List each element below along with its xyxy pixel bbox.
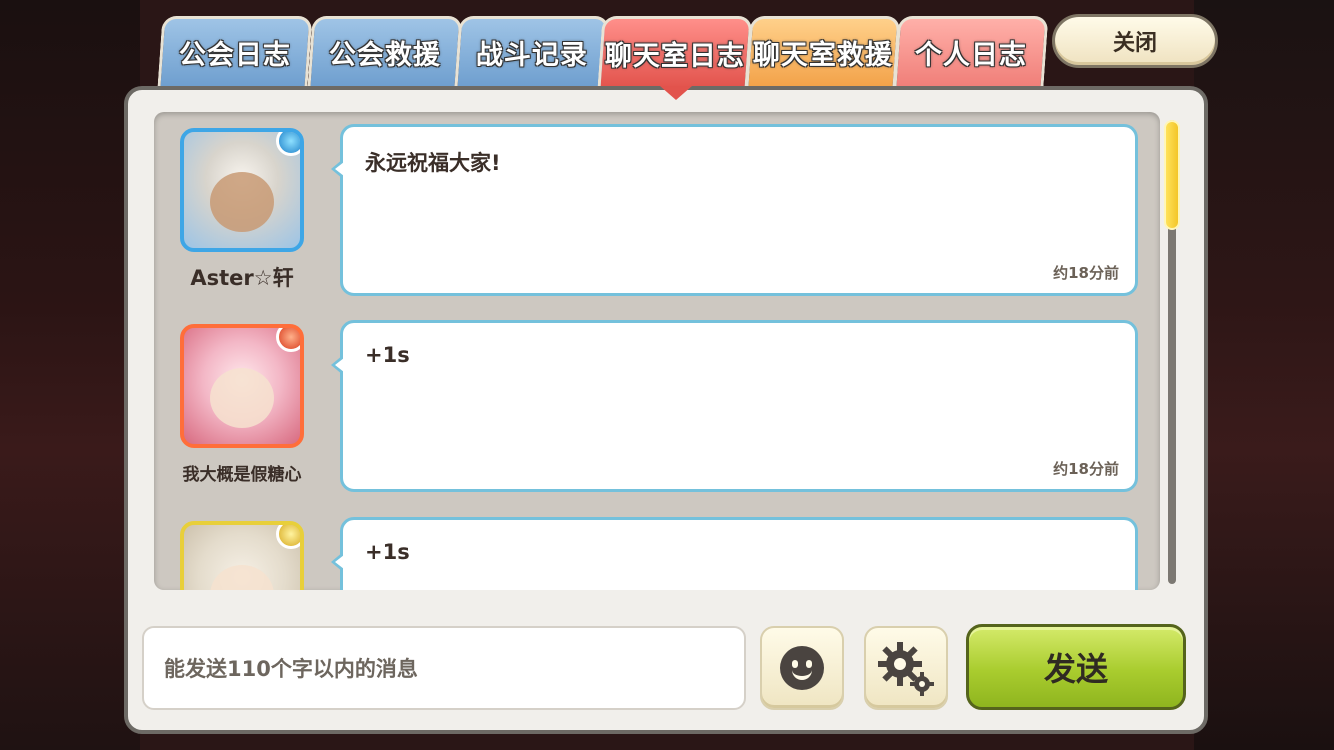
message-bubble: 永远祝福大家! 约18分前 <box>331 124 1138 296</box>
tab-bar: 公会日志 公会救援 战斗记录 聊天室日志 聊天室救援 个人日志 <box>157 16 1050 88</box>
tab-chatroom-log[interactable]: 聊天室日志 <box>597 16 753 88</box>
player-name: 我大概是假糖心 <box>182 465 302 485</box>
message-row: 我大概是假糖心 +1s 约18分前 <box>154 308 1160 492</box>
input-placeholder: 能发送110个字以内的消息 <box>164 657 418 681</box>
message-text: +1s <box>365 540 410 564</box>
avatar-portrait <box>210 368 274 428</box>
player-avatar[interactable] <box>180 128 304 252</box>
gear-icon <box>878 642 934 696</box>
fire-element-icon <box>276 328 300 352</box>
player-name: Aster☆轩 <box>190 266 294 290</box>
player-avatar[interactable] <box>180 324 304 448</box>
active-tab-pointer <box>660 86 692 100</box>
bubble-tail <box>331 355 344 375</box>
emoji-button[interactable] <box>760 626 844 710</box>
bubble-tail <box>331 552 344 572</box>
avatar-portrait <box>210 172 274 232</box>
tab-battle-record[interactable]: 战斗记录 <box>454 16 610 86</box>
background-left <box>0 0 140 750</box>
message-time: 约18分前 <box>1053 460 1119 478</box>
tab-guild-log[interactable]: 公会日志 <box>157 16 313 86</box>
close-button[interactable]: 关闭 <box>1052 14 1218 68</box>
message-bubble: +1s 约18分前 <box>331 320 1138 492</box>
send-button[interactable]: 发送 <box>966 624 1186 710</box>
tab-chatroom-rescue[interactable]: 聊天室救援 <box>745 16 901 86</box>
message-text: +1s <box>365 343 410 367</box>
background-right <box>1194 0 1334 750</box>
scrollbar-thumb[interactable] <box>1164 120 1180 230</box>
message-text: 永远祝福大家! <box>365 151 501 175</box>
tab-personal-log[interactable]: 个人日志 <box>893 16 1049 86</box>
message-time: 约18分前 <box>1053 264 1119 282</box>
message-list[interactable]: Aster☆轩 永远祝福大家! 约18分前 我大概是假糖心 +1s 约18分前 … <box>154 112 1160 590</box>
message-bubble: +1s <box>331 517 1138 590</box>
smiley-icon <box>780 646 824 690</box>
player-avatar[interactable] <box>180 521 304 590</box>
message-input[interactable]: 能发送110个字以内的消息 <box>142 626 746 710</box>
settings-button[interactable] <box>864 626 948 710</box>
light-element-icon <box>276 525 300 549</box>
tab-guild-rescue[interactable]: 公会救援 <box>307 16 463 86</box>
message-row: Aster☆轩 永远祝福大家! 约18分前 <box>154 112 1160 296</box>
water-element-icon <box>276 132 300 156</box>
avatar-portrait <box>210 565 274 590</box>
bubble-tail <box>331 159 344 179</box>
message-row: +1s <box>154 505 1160 590</box>
